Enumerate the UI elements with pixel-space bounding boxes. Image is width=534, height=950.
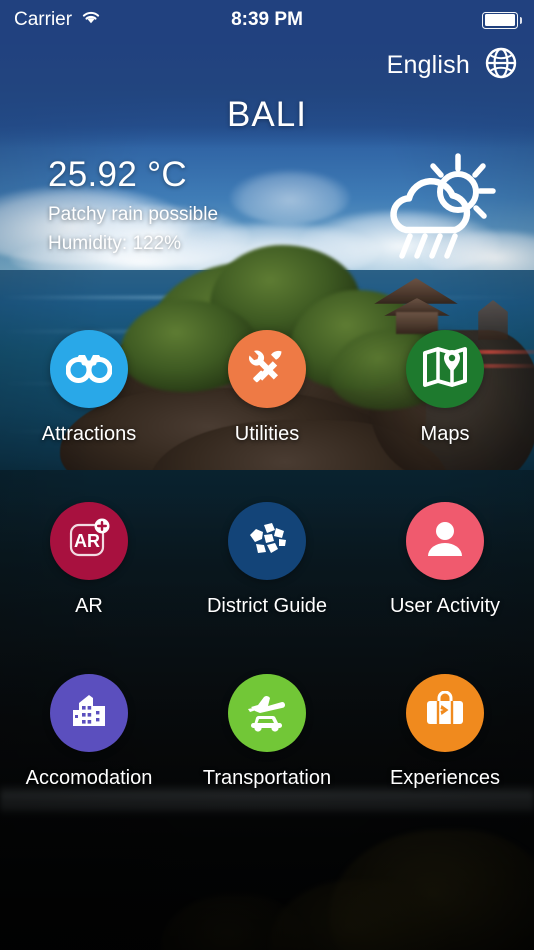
tile-label: Attractions [41,423,137,445]
page-title: BALI [227,95,307,134]
tile-maps[interactable]: Maps [356,330,534,446]
weather-condition: Patchy rain possible [48,204,219,225]
tile-district-guide-circle[interactable] [228,502,306,580]
tile-label: Accomodation [25,767,153,789]
user-icon [424,518,466,565]
language-label: English [386,51,470,79]
weather-info: 25.92 °C Patchy rain possible Humidity: … [48,155,218,255]
tile-transportation-circle[interactable] [228,674,306,752]
tile-experiences-circle[interactable] [406,674,484,752]
tile-label: Experiences [389,767,501,789]
globe-icon[interactable] [484,46,518,85]
battery-full-icon [482,11,522,29]
status-bar: Carrier 8:39 PM [0,0,534,40]
tile-label: Transportation [202,767,332,789]
tile-ar-circle[interactable]: AR [50,502,128,580]
app-screen: Carrier 8:39 PM English BALI 25.92 °C Pa… [0,0,534,950]
tile-user-activity[interactable]: User Activity [356,502,534,618]
svg-text:AR: AR [74,531,100,551]
tile-attractions[interactable]: Attractions [0,330,178,446]
tile-label: Maps [420,423,470,445]
plane-car-icon [244,689,290,738]
tile-transportation[interactable]: Transportation [178,674,356,790]
suitcase-icon [423,690,467,736]
ar-plus-icon: AR [66,517,112,566]
tile-label: District Guide [206,595,328,617]
tile-label: Utilities [234,423,300,445]
tile-attractions-circle[interactable] [50,330,128,408]
map-pin-icon [422,346,468,393]
tile-accomodation-circle[interactable] [50,674,128,752]
tile-user-activity-circle[interactable] [406,502,484,580]
status-bar-clock: 8:39 PM [231,9,303,30]
language-selector[interactable]: English [387,46,518,85]
tile-utilities-circle[interactable] [228,330,306,408]
tile-label: User Activity [389,595,501,617]
weather-temperature: 25.92 °C [48,155,187,194]
sun-cloud-rain-icon [380,152,500,267]
wrench-hammer-icon [245,345,289,394]
binoculars-icon [65,348,113,391]
app-grid: Attractions Utilities Maps AR AR Distric… [0,330,534,790]
tile-experiences[interactable]: Experiences [356,674,534,790]
tile-utilities[interactable]: Utilities [178,330,356,446]
district-map-icon [245,519,289,564]
tile-label: AR [75,595,103,617]
tile-district-guide[interactable]: District Guide [178,502,356,618]
tile-ar[interactable]: AR AR [0,502,178,618]
hotel-building-icon [68,690,110,737]
tile-accomodation[interactable]: Accomodation [0,674,178,790]
tile-maps-circle[interactable] [406,330,484,408]
weather-humidity: Humidity: 122% [48,233,182,254]
